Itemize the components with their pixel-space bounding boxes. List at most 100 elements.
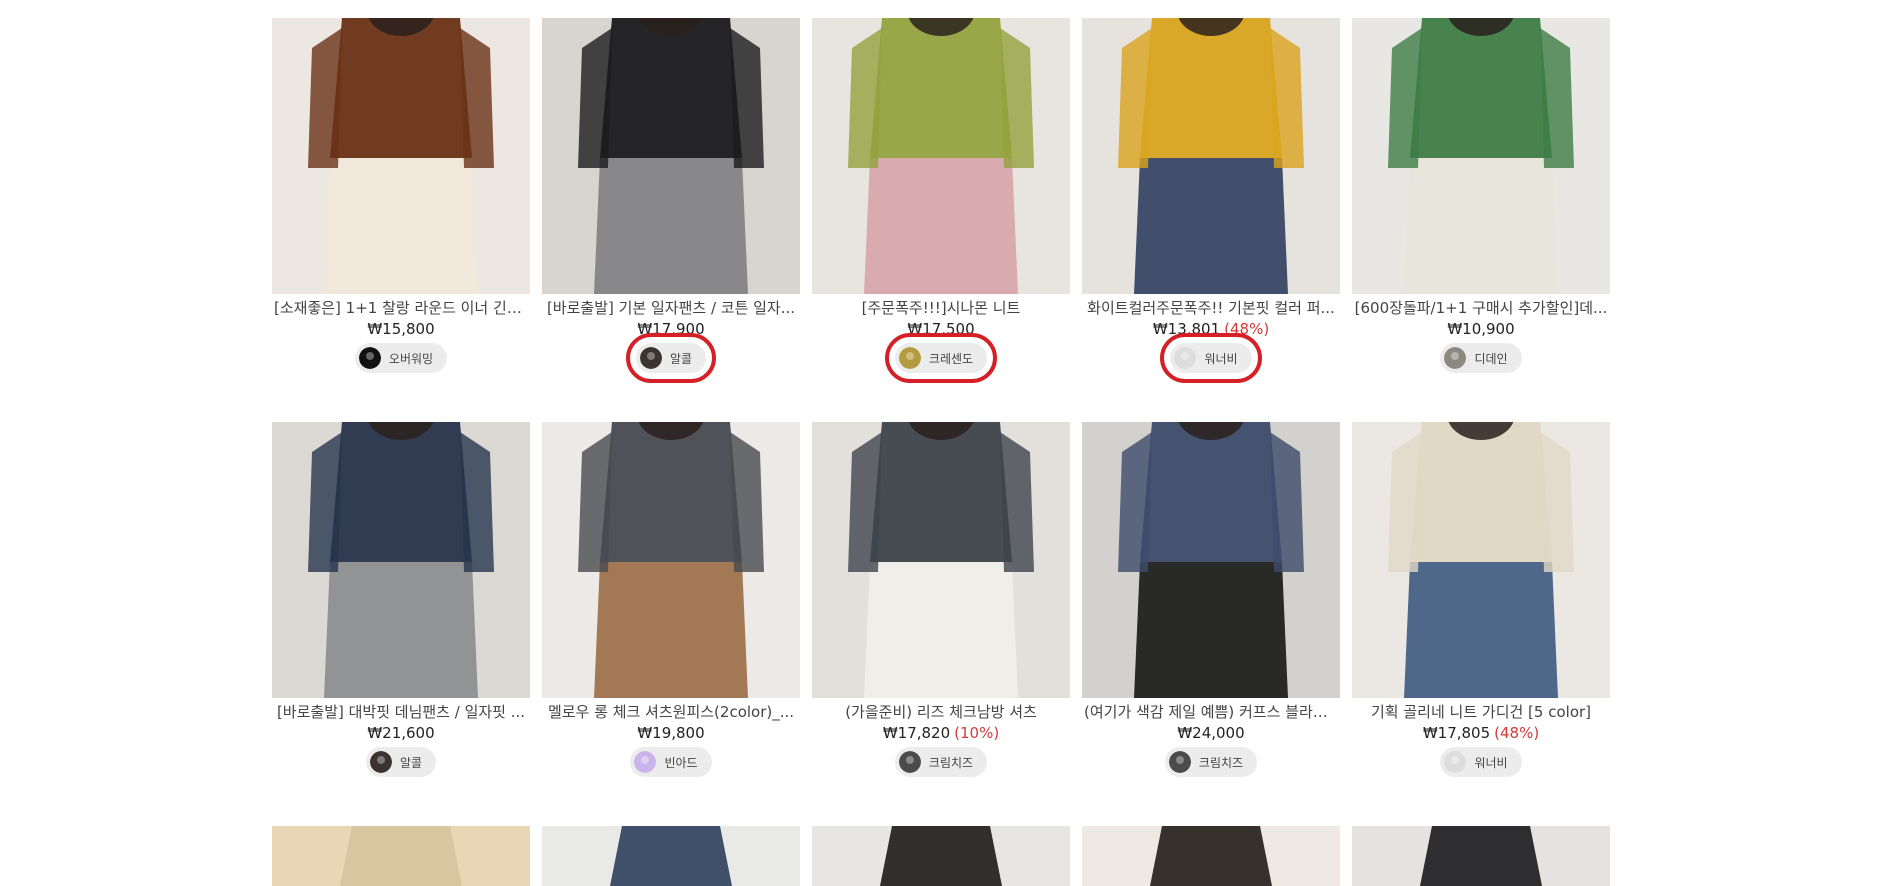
store-chip[interactable]: 오버워밍 bbox=[354, 343, 448, 373]
product-title[interactable]: [소재좋은] 1+1 찰랑 라운드 이너 긴팔... bbox=[272, 298, 530, 318]
store-chip[interactable]: 크레센도 bbox=[884, 333, 998, 383]
hair-closeup-photo[interactable] bbox=[812, 826, 1070, 886]
product-card[interactable]: [바로출발] 대박핏 데님팬츠 / 일자핏 ... ₩21,600 알콜 bbox=[272, 422, 530, 826]
product-image[interactable] bbox=[542, 826, 800, 886]
product-image[interactable] bbox=[1082, 422, 1340, 698]
green-tee-photo[interactable] bbox=[1352, 18, 1610, 294]
discount-rate: (48%) bbox=[1494, 724, 1540, 742]
product-card[interactable] bbox=[542, 826, 800, 886]
check-dress-photo[interactable] bbox=[542, 422, 800, 698]
store-avatar bbox=[634, 751, 657, 773]
denim-top-photo[interactable] bbox=[542, 826, 800, 886]
black-pants-photo[interactable] bbox=[542, 18, 800, 294]
product-card[interactable]: [바로출발] 기본 일자팬츠 / 코튼 일자... ₩17,900 알콜 bbox=[542, 18, 800, 422]
store-name: 빈아드 bbox=[664, 755, 698, 770]
product-price: ₩21,600 bbox=[272, 722, 530, 744]
product-card[interactable]: 화이트컬러주문폭주!! 기본핏 컬러 퍼... ₩13,801 (48%) 워너비 bbox=[1082, 18, 1340, 422]
store-chip[interactable]: 디데인 bbox=[1440, 343, 1522, 373]
product-card[interactable]: 기획 골리네 니트 가디건 [5 color] ₩17,805 (48%) 워너비 bbox=[1352, 422, 1610, 826]
store-name: 크레센도 bbox=[928, 351, 974, 366]
brown-knit-top-photo[interactable] bbox=[272, 18, 530, 294]
discount-rate: (10%) bbox=[954, 724, 1000, 742]
store-name: 워너비 bbox=[1474, 755, 1508, 770]
product-card[interactable]: 멜로우 롱 체크 셔츠원피스(2color)_... ₩19,800 빈아드 bbox=[542, 422, 800, 826]
denim-pants-photo[interactable] bbox=[272, 422, 530, 698]
store-chip[interactable]: 워너비 bbox=[1160, 333, 1262, 383]
store-avatar bbox=[1444, 347, 1467, 369]
product-title[interactable]: (가을준비) 리즈 체크남방 셔츠 bbox=[812, 702, 1070, 722]
store-chip[interactable]: 알콜 bbox=[625, 333, 717, 383]
product-card[interactable] bbox=[812, 826, 1070, 886]
product-image[interactable] bbox=[812, 826, 1070, 886]
product-image[interactable] bbox=[272, 422, 530, 698]
product-image[interactable] bbox=[542, 422, 800, 698]
creamcheese-avatar-icon bbox=[1168, 751, 1191, 773]
product-card[interactable]: (가을준비) 리즈 체크남방 셔츠 ₩17,820 (10%) 크림치즈 bbox=[812, 422, 1070, 826]
product-card[interactable]: [600장돌파/1+1 구매시 추가할인]데... ₩10,900 디데인 bbox=[1352, 18, 1610, 422]
product-title[interactable]: [바로출발] 대박핏 데님팬츠 / 일자핏 ... bbox=[272, 702, 530, 722]
product-image[interactable] bbox=[1352, 18, 1610, 294]
product-image[interactable] bbox=[272, 18, 530, 294]
product-image[interactable] bbox=[542, 18, 800, 294]
price-value: ₩17,900 bbox=[637, 320, 705, 338]
dark-hair-photo[interactable] bbox=[1082, 826, 1340, 886]
beige-fabric-photo[interactable] bbox=[272, 826, 530, 886]
yellow-shirt-photo[interactable] bbox=[1082, 18, 1340, 294]
store-name: 디데인 bbox=[1474, 351, 1508, 366]
product-image[interactable] bbox=[1082, 826, 1340, 886]
beige-cardigan-photo[interactable] bbox=[1352, 422, 1610, 698]
price-value: ₩24,000 bbox=[1177, 724, 1245, 742]
store-chip[interactable]: 워너비 bbox=[1440, 747, 1522, 777]
price-value: ₩17,500 bbox=[907, 320, 975, 338]
product-card[interactable] bbox=[1352, 826, 1610, 886]
vinad-avatar-icon bbox=[634, 751, 657, 773]
store-chip[interactable]: 알콜 bbox=[365, 747, 437, 777]
product-title[interactable]: 멜로우 롱 체크 셔츠원피스(2color)_... bbox=[542, 702, 800, 722]
product-title[interactable]: [바로출발] 기본 일자팬츠 / 코튼 일자... bbox=[542, 298, 800, 318]
product-price: ₩15,800 bbox=[272, 318, 530, 340]
product-image[interactable] bbox=[272, 826, 530, 886]
store-name: 알콜 bbox=[399, 755, 423, 770]
store-avatar bbox=[1444, 751, 1467, 773]
product-title[interactable]: [주문폭주!!!]시나몬 니트 bbox=[812, 298, 1070, 318]
crescendo-avatar-icon bbox=[898, 347, 921, 369]
product-price: ₩17,500 bbox=[812, 318, 1070, 340]
product-price: ₩10,900 bbox=[1352, 318, 1610, 340]
product-price: ₩24,000 bbox=[1082, 722, 1340, 744]
product-card[interactable]: [주문폭주!!!]시나몬 니트 ₩17,500 크레센도 bbox=[812, 18, 1070, 422]
product-image[interactable] bbox=[812, 18, 1070, 294]
product-title[interactable]: 기획 골리네 니트 가디건 [5 color] bbox=[1352, 702, 1610, 722]
store-avatar bbox=[1168, 751, 1191, 773]
price-value: ₩13,801 bbox=[1152, 320, 1221, 338]
price-value: ₩19,800 bbox=[637, 724, 705, 742]
store-avatar bbox=[358, 347, 381, 369]
creamcheese-avatar-icon bbox=[898, 751, 921, 773]
product-grid: [소재좋은] 1+1 찰랑 라운드 이너 긴팔... ₩15,800 오버워밍 [바로… bbox=[272, 18, 1612, 886]
store-avatar bbox=[639, 347, 662, 369]
product-card[interactable]: (여기가 색감 제일 예쁨) 커프스 블라우... ₩24,000 크림치즈 bbox=[1082, 422, 1340, 826]
product-card[interactable] bbox=[272, 826, 530, 886]
navy-blouse-photo[interactable] bbox=[1082, 422, 1340, 698]
black-top-photo[interactable] bbox=[1352, 826, 1610, 886]
product-price: ₩17,820 (10%) bbox=[812, 722, 1070, 744]
product-image[interactable] bbox=[1082, 18, 1340, 294]
product-card[interactable]: [소재좋은] 1+1 찰랑 라운드 이너 긴팔... ₩15,800 오버워밍 bbox=[272, 18, 530, 422]
product-title[interactable]: (여기가 색감 제일 예쁨) 커프스 블라우... bbox=[1082, 702, 1340, 722]
product-image[interactable] bbox=[1352, 422, 1610, 698]
price-value: ₩21,600 bbox=[367, 724, 435, 742]
store-name: 오버워밍 bbox=[388, 351, 434, 366]
product-title[interactable]: 화이트컬러주문폭주!! 기본핏 컬러 퍼... bbox=[1082, 298, 1340, 318]
product-image[interactable] bbox=[1352, 826, 1610, 886]
store-chip[interactable]: 크림치즈 bbox=[1164, 747, 1258, 777]
product-title[interactable]: [600장돌파/1+1 구매시 추가할인]데... bbox=[1352, 298, 1610, 318]
green-knit-photo[interactable] bbox=[812, 18, 1070, 294]
store-chip[interactable]: 크림치즈 bbox=[894, 747, 988, 777]
store-name: 워너비 bbox=[1204, 351, 1238, 366]
store-name: 알콜 bbox=[669, 351, 693, 366]
check-shirt-photo[interactable] bbox=[812, 422, 1070, 698]
product-card[interactable] bbox=[1082, 826, 1340, 886]
store-avatar bbox=[898, 347, 921, 369]
product-price: ₩13,801 (48%) bbox=[1082, 318, 1340, 340]
store-chip[interactable]: 빈아드 bbox=[630, 747, 712, 777]
product-image[interactable] bbox=[812, 422, 1070, 698]
